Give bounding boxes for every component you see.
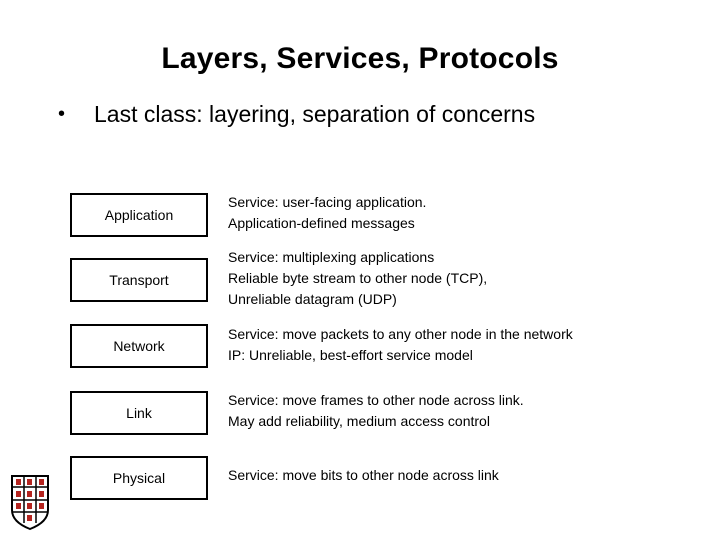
layer-box-link: Link [70, 391, 208, 435]
layer-label: Network [113, 338, 165, 354]
layer-label: Physical [112, 470, 166, 486]
layer-label: Transport [109, 272, 169, 288]
layer-box-transport: Transport [70, 258, 208, 302]
layer-label: Link [126, 405, 152, 421]
layer-box-network: Network [70, 324, 208, 368]
layer-description-application: Service: user-facing application. Applic… [228, 194, 427, 231]
layer-box-physical: Physical [70, 456, 208, 500]
slide: Layers, Services, Protocols • Last class… [0, 0, 720, 540]
layer-stack-diagram: Application Service: user-facing applica… [0, 0, 720, 540]
layer-description-physical: Service: move bits to other node across … [228, 467, 499, 483]
brown-university-crest-icon [8, 470, 52, 532]
layer-description-link: Service: move frames to other node acros… [228, 392, 524, 429]
layer-box-application: Application [70, 193, 208, 237]
layer-label: Application [104, 207, 174, 223]
layer-description-transport: Service: multiplexing applications Relia… [228, 249, 488, 307]
layer-description-network: Service: move packets to any other node … [228, 326, 573, 363]
